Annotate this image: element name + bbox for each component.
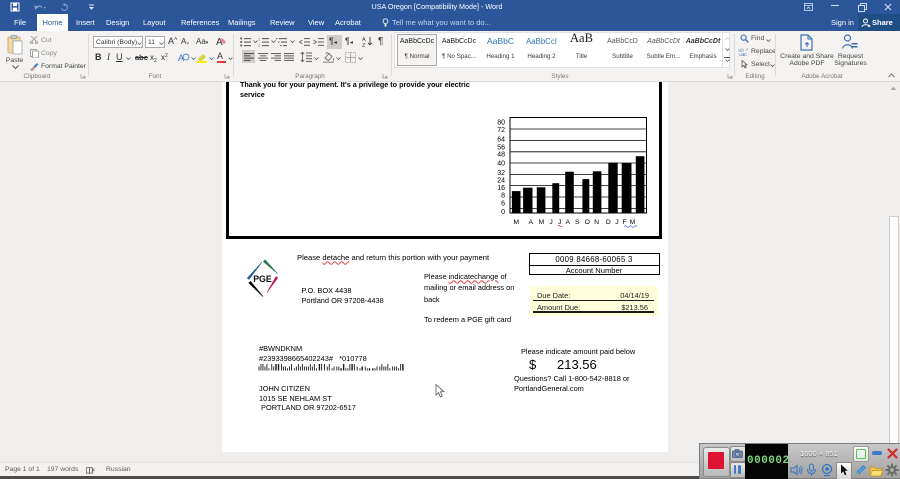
svg-text:J: J xyxy=(549,219,552,226)
svg-text:M: M xyxy=(513,219,519,226)
svg-text:M: M xyxy=(630,219,636,226)
svg-text:J: J xyxy=(558,219,561,226)
svg-text:M: M xyxy=(539,219,545,226)
svg-text:32: 32 xyxy=(497,170,505,177)
svg-text:48: 48 xyxy=(497,152,505,159)
svg-text:D: D xyxy=(606,219,611,226)
svg-text:56: 56 xyxy=(497,144,505,151)
svg-text:S: S xyxy=(575,219,580,226)
svg-text:PGE: PGE xyxy=(253,274,272,284)
svg-text:40: 40 xyxy=(497,160,505,167)
svg-text:80: 80 xyxy=(497,120,505,127)
svg-text:2: 2 xyxy=(258,43,261,47)
svg-text:72: 72 xyxy=(497,127,505,134)
svg-text:16: 16 xyxy=(497,185,505,192)
svg-text:O: O xyxy=(585,219,590,226)
svg-text:N: N xyxy=(594,219,599,226)
svg-text:Z: Z xyxy=(362,43,366,47)
svg-text:6: 6 xyxy=(501,201,505,208)
svg-text:1: 1 xyxy=(258,37,261,42)
svg-text:8: 8 xyxy=(501,193,505,200)
svg-text:ac: ac xyxy=(741,52,747,56)
svg-text:F: F xyxy=(623,219,627,226)
svg-text:64: 64 xyxy=(497,136,505,143)
svg-text:A: A xyxy=(529,219,534,226)
svg-text:A: A xyxy=(566,219,571,226)
svg-text:J: J xyxy=(615,219,618,226)
svg-text:24: 24 xyxy=(497,177,505,184)
svg-text:0: 0 xyxy=(501,209,505,216)
